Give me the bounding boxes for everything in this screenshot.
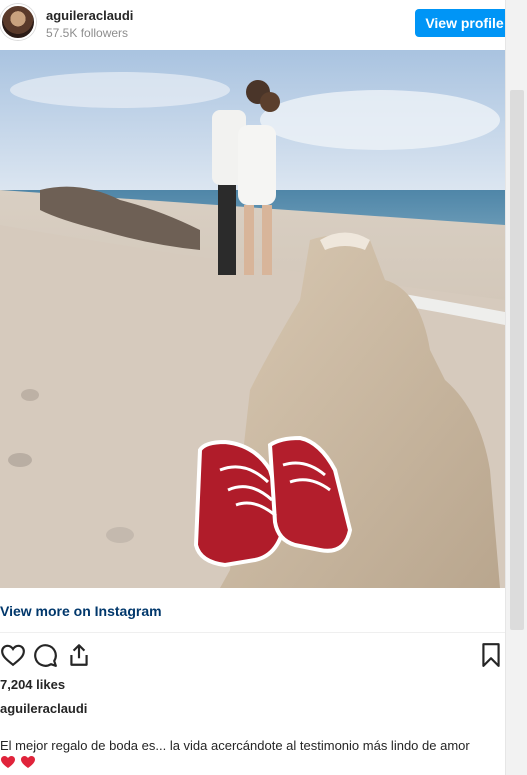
beach-baby-shoes-image bbox=[0, 50, 505, 588]
bookmark-icon[interactable] bbox=[478, 642, 504, 668]
header-username[interactable]: aguileraclaudi bbox=[46, 8, 133, 23]
caption-username[interactable]: aguileraclaudi bbox=[0, 701, 87, 716]
baby-shoes bbox=[193, 435, 353, 568]
view-more-link[interactable]: View more on Instagram bbox=[0, 603, 162, 619]
view-profile-button[interactable]: View profile bbox=[415, 9, 514, 37]
post-photo[interactable] bbox=[0, 50, 505, 588]
share-icon[interactable] bbox=[66, 642, 92, 668]
avatar[interactable] bbox=[0, 4, 36, 40]
caption-text: El mejor regalo de boda es... la vida ac… bbox=[0, 738, 470, 753]
follower-count: 57.5K followers bbox=[46, 26, 129, 40]
red-hearts-emoji bbox=[1, 756, 35, 768]
scrollbar-thumb[interactable] bbox=[510, 90, 524, 630]
like-count[interactable]: 7,204 likes bbox=[0, 677, 65, 692]
scrollbar[interactable] bbox=[505, 0, 527, 775]
heart-icon[interactable] bbox=[0, 642, 26, 668]
post-header: aguileraclaudi 57.5K followers View prof… bbox=[0, 0, 527, 48]
divider bbox=[0, 632, 505, 633]
comment-icon[interactable] bbox=[32, 642, 58, 668]
post-actions bbox=[0, 640, 505, 672]
